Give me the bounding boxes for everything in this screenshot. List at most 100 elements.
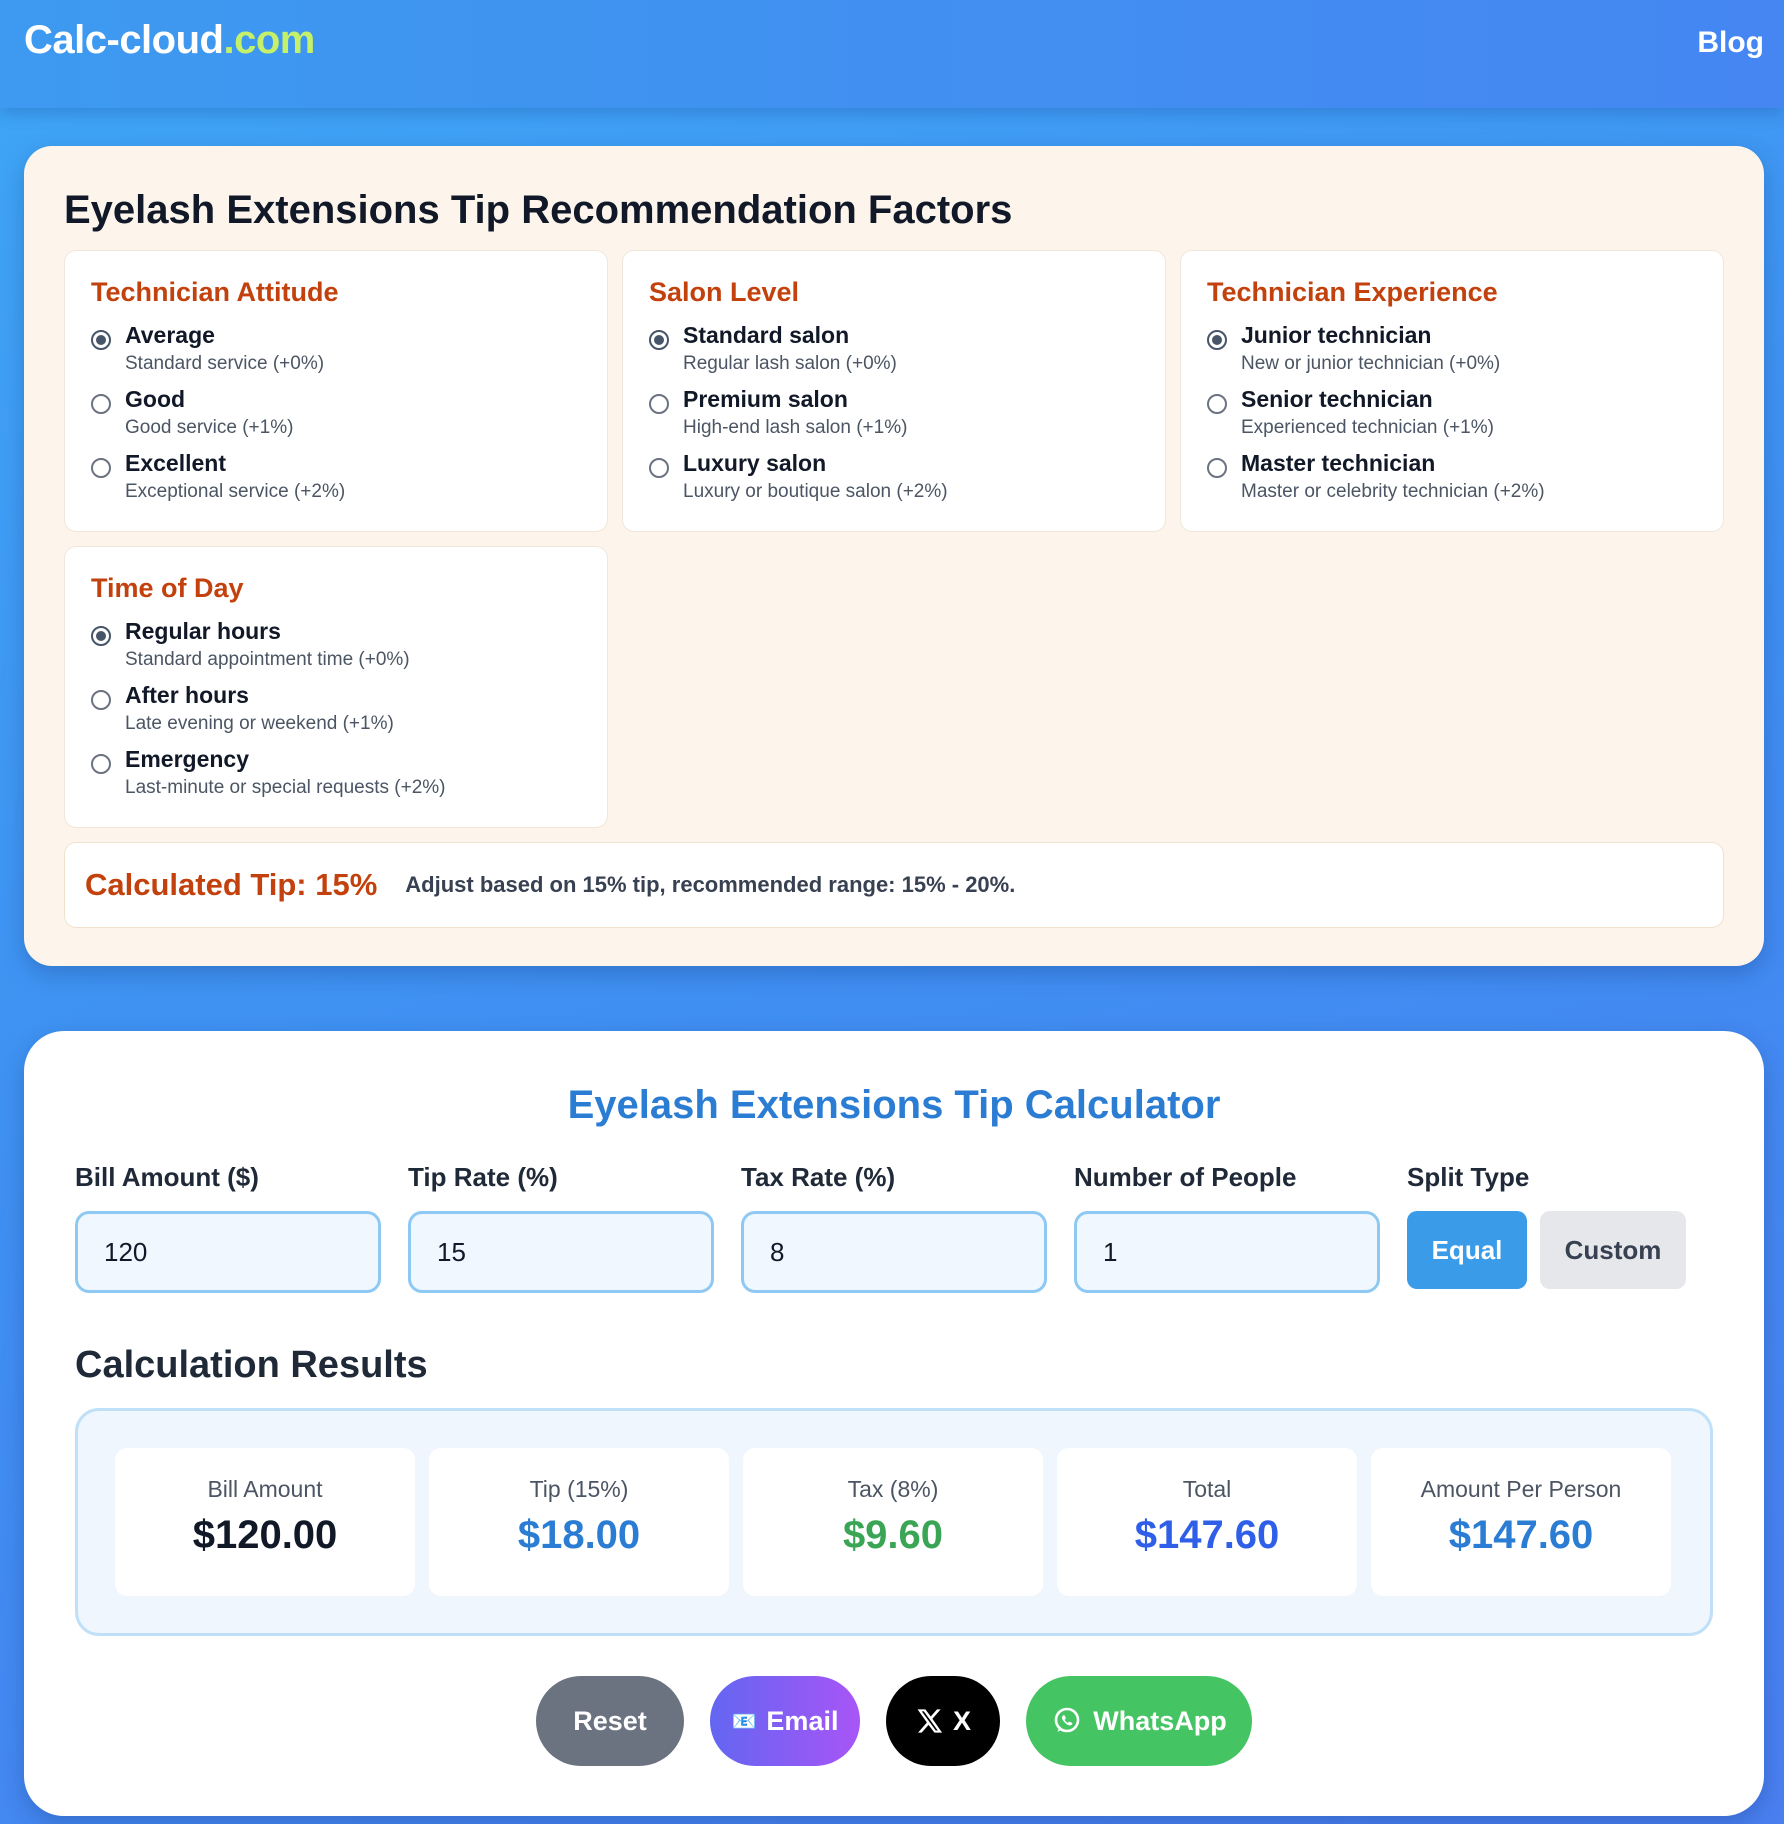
radio-icon[interactable] <box>649 394 669 414</box>
split-custom-button[interactable]: Custom <box>1540 1211 1686 1289</box>
option-desc: New or junior technician (+0%) <box>1241 353 1501 374</box>
option-label: Standard salon <box>683 322 850 348</box>
tax-rate-label: Tax Rate (%) <box>741 1162 896 1192</box>
option-senior-technician[interactable]: Senior technician Experienced technician … <box>1207 384 1697 448</box>
option-average[interactable]: Average Standard service (+0%) <box>91 320 581 384</box>
tip-factors-panel: Eyelash Extensions Tip Recommendation Fa… <box>24 146 1764 966</box>
result-amount-per-person: Amount Per Person $147.60 <box>1371 1448 1671 1596</box>
option-standard-salon[interactable]: Standard salon Regular lash salon (+0%) <box>649 320 1139 384</box>
tip-rate-input[interactable] <box>408 1211 714 1293</box>
option-desc: Exceptional service (+2%) <box>125 481 346 502</box>
split-equal-button[interactable]: Equal <box>1407 1211 1527 1289</box>
result-value: $9.60 <box>842 1513 944 1557</box>
radio-checked-icon[interactable] <box>649 330 669 350</box>
x-share-button[interactable]: X <box>886 1676 1000 1766</box>
email-label: Email <box>766 1705 839 1736</box>
action-buttons: Reset 📧 Email X WhatsApp <box>24 1676 1764 1766</box>
whatsapp-icon <box>1051 1705 1083 1737</box>
results-box: Bill Amount $120.00 Tip (15%) $18.00 Tax… <box>75 1408 1713 1636</box>
factor-group-title: Technician Attitude <box>91 277 339 307</box>
option-master-technician[interactable]: Master technician Master or celebrity tec… <box>1207 448 1697 512</box>
nav-blog-link[interactable]: Blog <box>1697 26 1764 60</box>
site-header: Calc-cloud.com Blog <box>0 0 1784 108</box>
radio-icon[interactable] <box>1207 394 1227 414</box>
radio-icon[interactable] <box>1207 458 1227 478</box>
option-desc: High-end lash salon (+1%) <box>683 417 908 438</box>
result-value: $147.60 <box>1448 1513 1594 1557</box>
factor-group-title: Time of Day <box>91 573 244 603</box>
option-junior-technician[interactable]: Junior technician New or junior technicia… <box>1207 320 1697 384</box>
option-emergency[interactable]: Emergency Last-minute or special requests… <box>91 744 581 808</box>
result-label: Tip (15%) <box>529 1476 629 1502</box>
option-desc: Experienced technician (+1%) <box>1241 417 1494 438</box>
logo-tld: .com <box>223 18 315 62</box>
option-excellent[interactable]: Excellent Exceptional service (+2%) <box>91 448 581 512</box>
x-label: X <box>952 1705 971 1736</box>
number-of-people-label: Number of People <box>1074 1162 1297 1192</box>
option-label: Master technician <box>1241 450 1436 476</box>
result-tip: Tip (15%) $18.00 <box>429 1448 729 1596</box>
result-label: Total <box>1182 1476 1232 1502</box>
option-desc: Last-minute or special requests (+2%) <box>125 777 446 798</box>
number-of-people-input[interactable] <box>1074 1211 1380 1293</box>
option-desc: Late evening or weekend (+1%) <box>125 713 394 734</box>
factor-group-title: Salon Level <box>649 277 800 307</box>
radio-icon[interactable] <box>91 394 111 414</box>
bill-amount-label: Bill Amount ($) <box>75 1162 259 1192</box>
site-logo[interactable]: Calc-cloud.com <box>24 18 315 63</box>
radio-icon[interactable] <box>91 458 111 478</box>
result-label: Tax (8%) <box>847 1476 939 1502</box>
radio-icon[interactable] <box>91 690 111 710</box>
option-label: Excellent <box>125 450 226 476</box>
calculated-tip-label: Calculated Tip: 15% <box>85 867 378 902</box>
result-label: Amount Per Person <box>1420 1476 1622 1502</box>
radio-icon[interactable] <box>91 754 111 774</box>
whatsapp-label: WhatsApp <box>1093 1705 1227 1736</box>
reset-button[interactable]: Reset <box>536 1676 684 1766</box>
result-total: Total $147.60 <box>1057 1448 1357 1596</box>
factors-title: Eyelash Extensions Tip Recommendation Fa… <box>64 188 1013 232</box>
option-luxury-salon[interactable]: Luxury salon Luxury or boutique salon (+2… <box>649 448 1139 512</box>
option-label: Premium salon <box>683 386 848 412</box>
option-desc: Luxury or boutique salon (+2%) <box>683 481 948 502</box>
whatsapp-share-button[interactable]: WhatsApp <box>1026 1676 1252 1766</box>
email-icon: 📧 <box>731 1710 757 1733</box>
option-premium-salon[interactable]: Premium salon High-end lash salon (+1%) <box>649 384 1139 448</box>
result-label: Bill Amount <box>207 1476 323 1502</box>
result-value: $147.60 <box>1134 1513 1280 1557</box>
factor-group-title: Technician Experience <box>1207 277 1498 307</box>
factor-technician-attitude: Technician Attitude Average Standard serv… <box>64 250 608 532</box>
bill-amount-input[interactable] <box>75 1211 381 1293</box>
option-after-hours[interactable]: After hours Late evening or weekend (+1%) <box>91 680 581 744</box>
option-desc: Good service (+1%) <box>125 417 294 438</box>
radio-icon[interactable] <box>649 458 669 478</box>
results-title: Calculation Results <box>75 1344 428 1386</box>
tip-rate-label: Tip Rate (%) <box>408 1162 558 1192</box>
radio-checked-icon[interactable] <box>91 626 111 646</box>
option-desc: Standard service (+0%) <box>125 353 325 374</box>
tax-rate-input[interactable] <box>741 1211 1047 1293</box>
option-label: Junior technician <box>1241 322 1432 348</box>
option-label: After hours <box>125 682 249 708</box>
option-desc: Regular lash salon (+0%) <box>683 353 897 374</box>
option-label: Emergency <box>125 746 250 772</box>
option-good[interactable]: Good Good service (+1%) <box>91 384 581 448</box>
factor-salon-level: Salon Level Standard salon Regular lash s… <box>622 250 1166 532</box>
factor-technician-experience: Technician Experience Junior technician N… <box>1180 250 1724 532</box>
option-desc: Master or celebrity technician (+2%) <box>1241 481 1545 502</box>
radio-checked-icon[interactable] <box>1207 330 1227 350</box>
option-regular-hours[interactable]: Regular hours Standard appointment time (… <box>91 616 581 680</box>
result-value: $120.00 <box>192 1513 338 1557</box>
split-type-label: Split Type <box>1407 1162 1530 1192</box>
option-label: Good <box>125 386 186 412</box>
logo-main: Calc-cloud <box>24 18 224 62</box>
option-label: Regular hours <box>125 618 281 644</box>
email-share-button[interactable]: 📧 Email <box>710 1676 860 1766</box>
factor-time-of-day: Time of Day Regular hours Standard appoin… <box>64 546 608 828</box>
option-label: Average <box>125 322 215 348</box>
option-label: Luxury salon <box>683 450 827 476</box>
calculated-tip-text: Adjust based on 15% tip, recommended ran… <box>405 872 1016 897</box>
result-tax: Tax (8%) $9.60 <box>743 1448 1043 1596</box>
x-logo-icon <box>915 1707 943 1735</box>
radio-checked-icon[interactable] <box>91 330 111 350</box>
